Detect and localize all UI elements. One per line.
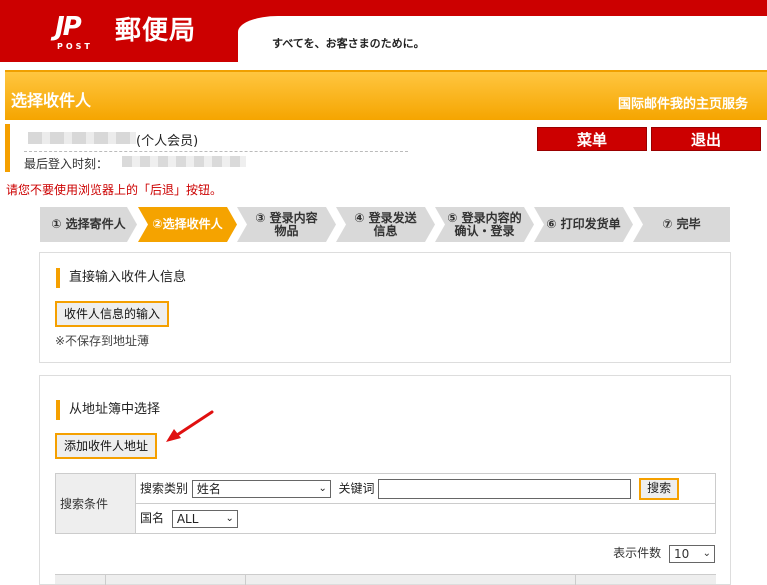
recipient-info-input-button[interactable]: 收件人信息的输入 (55, 301, 170, 327)
jp-logo-mark: JP (55, 12, 82, 42)
japan-post-logo[interactable]: JP POST 郵便局 (55, 12, 245, 56)
no-save-note: ※不保存到地址薄 (55, 334, 150, 348)
service-home-link[interactable]: 国际邮件我的主页服务 (618, 93, 748, 112)
search-button[interactable]: 搜索 (639, 477, 680, 500)
search-category-value: 姓名 (196, 481, 221, 496)
search-category-label: 搜索类别 (140, 481, 189, 495)
keyword-input[interactable] (378, 478, 632, 499)
address-list-table-header (55, 574, 716, 585)
address-book-panel: 从地址簿中选择 添加收件人地址 搜索条件 搜索类别 姓名 ⌄ 关键词 搜索 国名 … (39, 375, 731, 585)
step-select-recipient: ②选择收件人 (138, 207, 237, 242)
step-print-label: ⑥ 打印发货单 (534, 207, 633, 242)
menu-button[interactable]: 菜单 (537, 127, 647, 151)
country-value: ALL (176, 511, 199, 526)
chevron-down-icon: ⌄ (318, 482, 327, 494)
search-category-select[interactable]: 姓名 ⌄ (191, 479, 331, 498)
step-register-shipping-info: ④ 登录发送 信息 (336, 207, 435, 242)
member-type: (个人会员) (136, 134, 199, 149)
divider (24, 151, 408, 152)
step-register-items: ③ 登录内容 物品 (237, 207, 336, 242)
display-count-label: 表示件数 (613, 546, 662, 560)
redacted-last-login-time (122, 156, 246, 167)
country-label: 国名 (140, 511, 165, 526)
user-info: (个人会员) 最后登入时刻： (5, 124, 408, 172)
page-title: 选择收件人 (11, 91, 92, 110)
logout-button[interactable]: 退出 (651, 127, 761, 151)
search-row-country: 国名 ALL ⌄ (135, 503, 716, 534)
keyword-label: 关键词 (338, 481, 375, 495)
address-book-title: 从地址簿中选择 (56, 400, 160, 420)
brand-name: 郵便局 (115, 16, 197, 46)
column-divider (575, 575, 576, 585)
last-login-label: 最后登入时刻： (24, 157, 109, 171)
step-complete: ⑦ 完毕 (633, 207, 730, 242)
country-select[interactable]: ALL ⌄ (171, 509, 238, 528)
back-button-warning: 请您不要使用浏览器上的「后退」按钮。 (6, 183, 223, 197)
display-count-row: 表示件数 10 ⌄ (613, 544, 715, 563)
column-divider (245, 575, 246, 585)
display-count-value: 10 (674, 546, 690, 561)
progress-steps: ① 选择寄件人 ②选择收件人 ③ 登录内容 物品 ④ 登录发送 信息 ⑤ 登录内… (40, 207, 730, 242)
chevron-down-icon: ⌄ (702, 547, 711, 559)
post-logo-text: POST (57, 42, 93, 51)
annotation-arrow-icon (166, 410, 214, 442)
search-row-category: 搜索类别 姓名 ⌄ 关键词 搜索 (135, 473, 716, 504)
direct-input-title: 直接输入收件人信息 (56, 268, 186, 288)
header-bar: JP POST 郵便局 すべてを、お客さまのために。 (0, 0, 767, 62)
step-select-sender: ① 选择寄件人 (40, 207, 137, 242)
direct-input-panel: 直接输入收件人信息 收件人信息的输入 ※不保存到地址薄 (39, 252, 731, 363)
display-count-select[interactable]: 10 ⌄ (669, 544, 715, 563)
search-conditions-label: 搜索条件 (55, 473, 136, 534)
redacted-user-name (28, 132, 136, 144)
step-confirm-register: ⑤ 登录内容的 确认・登录 (435, 207, 534, 242)
chevron-down-icon: ⌄ (225, 512, 234, 524)
column-divider (105, 575, 106, 585)
add-recipient-address-button[interactable]: 添加收件人地址 (55, 433, 158, 459)
search-conditions-table: 搜索条件 搜索类别 姓名 ⌄ 关键词 搜索 国名 ALL ⌄ (55, 473, 716, 534)
slogan-text: すべてを、お客さまのために。 (272, 37, 425, 50)
title-bar: 选择收件人 国际邮件我的主页服务 (5, 70, 767, 120)
